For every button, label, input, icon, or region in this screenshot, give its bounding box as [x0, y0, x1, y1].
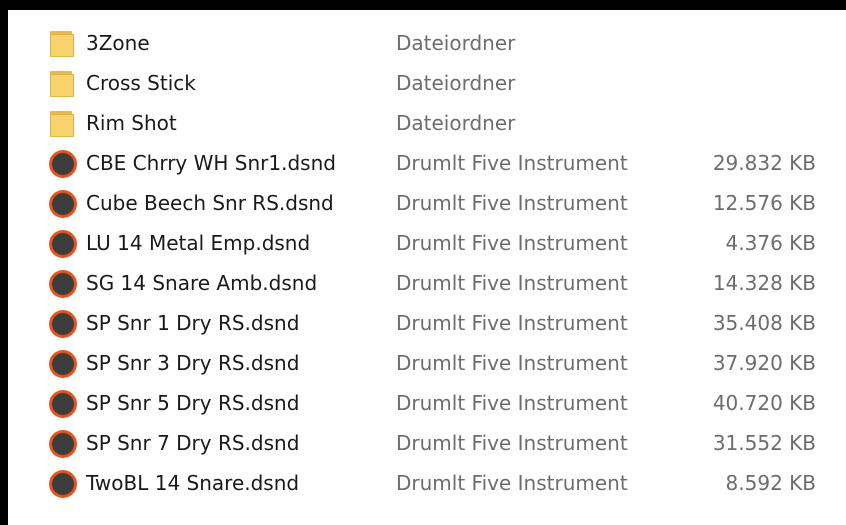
file-type: Drumlt Five Instrument [396, 271, 628, 295]
list-item[interactable]: Rim Shot Dateiordner [8, 104, 846, 144]
file-type: Drumlt Five Instrument [396, 471, 628, 495]
file-size: 4.376 KB [725, 231, 816, 255]
list-item[interactable]: 3Zone Dateiordner [8, 24, 846, 64]
drumit-instrument-icon [49, 350, 77, 378]
file-name: SP Snr 5 Dry RS.dsnd [86, 391, 300, 415]
file-name: Cube Beech Snr RS.dsnd [86, 191, 334, 215]
folder-icon [50, 111, 74, 137]
list-item[interactable]: Cube Beech Snr RS.dsnd Drumlt Five Instr… [8, 184, 846, 224]
drumit-instrument-icon [49, 390, 77, 418]
drumit-instrument-icon [49, 470, 77, 498]
file-name: 3Zone [86, 31, 150, 55]
drumit-instrument-icon [49, 230, 77, 258]
drumit-instrument-icon [49, 270, 77, 298]
file-size: 40.720 KB [712, 391, 816, 415]
file-name: LU 14 Metal Emp.dsnd [86, 231, 311, 255]
folder-icon [50, 71, 74, 97]
file-type: Dateiordner [396, 71, 516, 95]
file-name: Cross Stick [86, 71, 196, 95]
list-item[interactable]: SP Snr 3 Dry RS.dsnd Drumlt Five Instrum… [8, 344, 846, 384]
list-item[interactable]: CBE Chrry WH Snr1.dsnd Drumlt Five Instr… [8, 144, 846, 184]
file-name: SP Snr 3 Dry RS.dsnd [86, 351, 300, 375]
file-type: Drumlt Five Instrument [396, 391, 628, 415]
list-item[interactable]: SP Snr 1 Dry RS.dsnd Drumlt Five Instrum… [8, 304, 846, 344]
file-type: Dateiordner [396, 111, 516, 135]
list-item[interactable]: Cross Stick Dateiordner [8, 64, 846, 104]
file-type: Dateiordner [396, 31, 516, 55]
list-item[interactable]: LU 14 Metal Emp.dsnd Drumlt Five Instrum… [8, 224, 846, 264]
list-item[interactable]: SP Snr 5 Dry RS.dsnd Drumlt Five Instrum… [8, 384, 846, 424]
file-size: 31.552 KB [712, 431, 816, 455]
file-name: TwoBL 14 Snare.dsnd [86, 471, 300, 495]
drumit-instrument-icon [49, 190, 77, 218]
list-item[interactable]: SP Snr 7 Dry RS.dsnd Drumlt Five Instrum… [8, 424, 846, 464]
drumit-instrument-icon [49, 150, 77, 178]
file-size: 12.576 KB [712, 191, 816, 215]
file-type: Drumlt Five Instrument [396, 351, 628, 375]
file-size: 29.832 KB [712, 151, 816, 175]
file-name: SP Snr 7 Dry RS.dsnd [86, 431, 300, 455]
file-list: 3Zone Dateiordner Cross Stick Dateiordne… [8, 10, 846, 525]
folder-icon [50, 31, 74, 57]
file-size: 35.408 KB [712, 311, 816, 335]
file-size: 37.920 KB [712, 351, 816, 375]
file-type: Drumlt Five Instrument [396, 151, 628, 175]
list-item[interactable]: SG 14 Snare Amb.dsnd Drumlt Five Instrum… [8, 264, 846, 304]
file-size: 8.592 KB [725, 471, 816, 495]
file-name: SG 14 Snare Amb.dsnd [86, 271, 318, 295]
file-name: CBE Chrry WH Snr1.dsnd [86, 151, 336, 175]
list-item[interactable]: TwoBL 14 Snare.dsnd Drumlt Five Instrume… [8, 464, 846, 504]
file-type: Drumlt Five Instrument [396, 311, 628, 335]
file-type: Drumlt Five Instrument [396, 431, 628, 455]
file-type: Drumlt Five Instrument [396, 191, 628, 215]
drumit-instrument-icon [49, 430, 77, 458]
file-size: 14.328 KB [712, 271, 816, 295]
file-type: Drumlt Five Instrument [396, 231, 628, 255]
file-name: Rim Shot [86, 111, 177, 135]
drumit-instrument-icon [49, 310, 77, 338]
file-name: SP Snr 1 Dry RS.dsnd [86, 311, 300, 335]
